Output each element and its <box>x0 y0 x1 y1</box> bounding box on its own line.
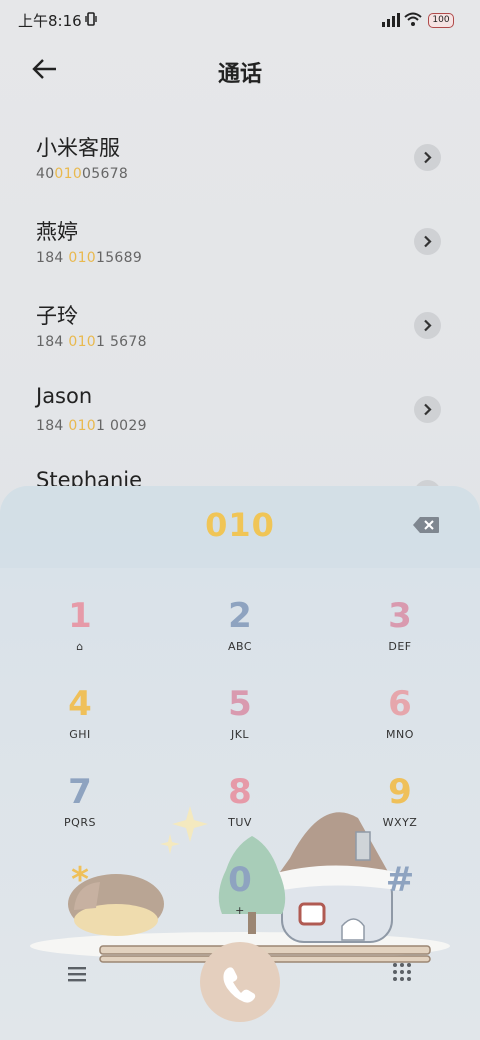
dial-key-digit: 6 <box>388 684 412 724</box>
dial-key-letters: TUV <box>228 816 252 829</box>
dial-key-letters: PQRS <box>64 816 96 829</box>
contact-name: Jason <box>36 384 93 408</box>
dial-key[interactable]: 7 PQRS <box>20 774 140 854</box>
contact-row[interactable]: 子玲 184 0101 5678 <box>0 300 480 384</box>
dial-key[interactable]: 3 DEF <box>340 598 460 678</box>
dial-key-letters: ABC <box>227 640 253 653</box>
contact-number: 4001005678 <box>36 166 129 182</box>
chevron-right-icon[interactable] <box>414 396 441 423</box>
contact-row[interactable]: 燕婷 184 01015689 <box>0 216 480 300</box>
contact-name: 燕婷 <box>36 220 78 244</box>
page-title: 通话 <box>217 62 262 87</box>
dial-key-digit: 5 <box>228 684 252 724</box>
battery-indicator: 100 <box>428 13 454 28</box>
phone-icon <box>223 967 256 1003</box>
signal-icon <box>382 13 400 27</box>
dial-key[interactable]: 5 JKL <box>180 686 300 766</box>
dial-key[interactable]: 4 GHI <box>20 686 140 766</box>
backspace-icon[interactable] <box>412 516 440 534</box>
contact-name: 小米客服 <box>36 136 120 160</box>
dial-key-digit: 9 <box>388 772 412 812</box>
contact-row[interactable]: 小米客服 4001005678 <box>0 132 480 216</box>
chevron-right-icon[interactable] <box>414 144 441 171</box>
dial-key-digit: 0 <box>228 860 252 900</box>
contact-number: 184 01015689 <box>36 250 143 266</box>
dial-key-letters: DEF <box>388 640 412 653</box>
dial-key-digit: 1 <box>68 596 92 636</box>
dial-key[interactable]: 2 ABC <box>180 598 300 678</box>
vibrate-icon <box>85 12 97 26</box>
dial-key-digit: # <box>385 860 415 900</box>
chevron-right-icon[interactable] <box>414 228 441 255</box>
keypad-toggle-icon[interactable] <box>392 962 412 982</box>
dialer-panel: 010 1 ⌂ 2 ABC 3 DEF 4 GHI 5 JKL 6 MNO 7 PQRS 8 TUV 9 WXYZ… <box>0 486 480 1040</box>
dial-key-digit: 2 <box>228 596 252 636</box>
contact-number: 184 0101 0029 <box>36 418 147 434</box>
dial-key-digit: 8 <box>228 772 252 812</box>
call-button[interactable] <box>200 942 280 1022</box>
dial-key[interactable]: 1 ⌂ <box>20 598 140 678</box>
wifi-icon <box>404 12 422 26</box>
dial-key[interactable]: 6 MNO <box>340 686 460 766</box>
menu-icon[interactable] <box>66 964 88 984</box>
status-bar: 上午8:16 100 <box>0 0 480 40</box>
status-time: 上午8:16 <box>18 12 82 30</box>
dialed-number: 010 <box>205 506 275 544</box>
dial-key[interactable]: 8 TUV <box>180 774 300 854</box>
dial-key-digit: 7 <box>68 772 92 812</box>
chevron-right-icon[interactable] <box>414 312 441 339</box>
dial-key[interactable]: 9 WXYZ <box>340 774 460 854</box>
dial-key[interactable]: # <box>340 862 460 942</box>
dial-key-letters: + <box>235 904 245 917</box>
contact-name: 子玲 <box>36 304 78 328</box>
dial-key-letters: GHI <box>69 728 91 741</box>
contact-row[interactable]: Jason 184 0101 0029 <box>0 384 480 468</box>
dial-key-digit: 3 <box>388 596 412 636</box>
dial-key-letters: ⌂ <box>76 640 84 653</box>
dial-key-digit: 4 <box>68 684 92 724</box>
dial-key-letters: WXYZ <box>382 816 418 829</box>
dial-key[interactable]: * <box>20 862 140 942</box>
contact-number: 184 0101 5678 <box>36 334 147 350</box>
dial-key-digit: * <box>71 860 89 900</box>
dial-key[interactable]: 0 + <box>180 862 300 942</box>
dial-key-letters: JKL <box>230 728 250 741</box>
dial-key-letters: MNO <box>386 728 414 741</box>
